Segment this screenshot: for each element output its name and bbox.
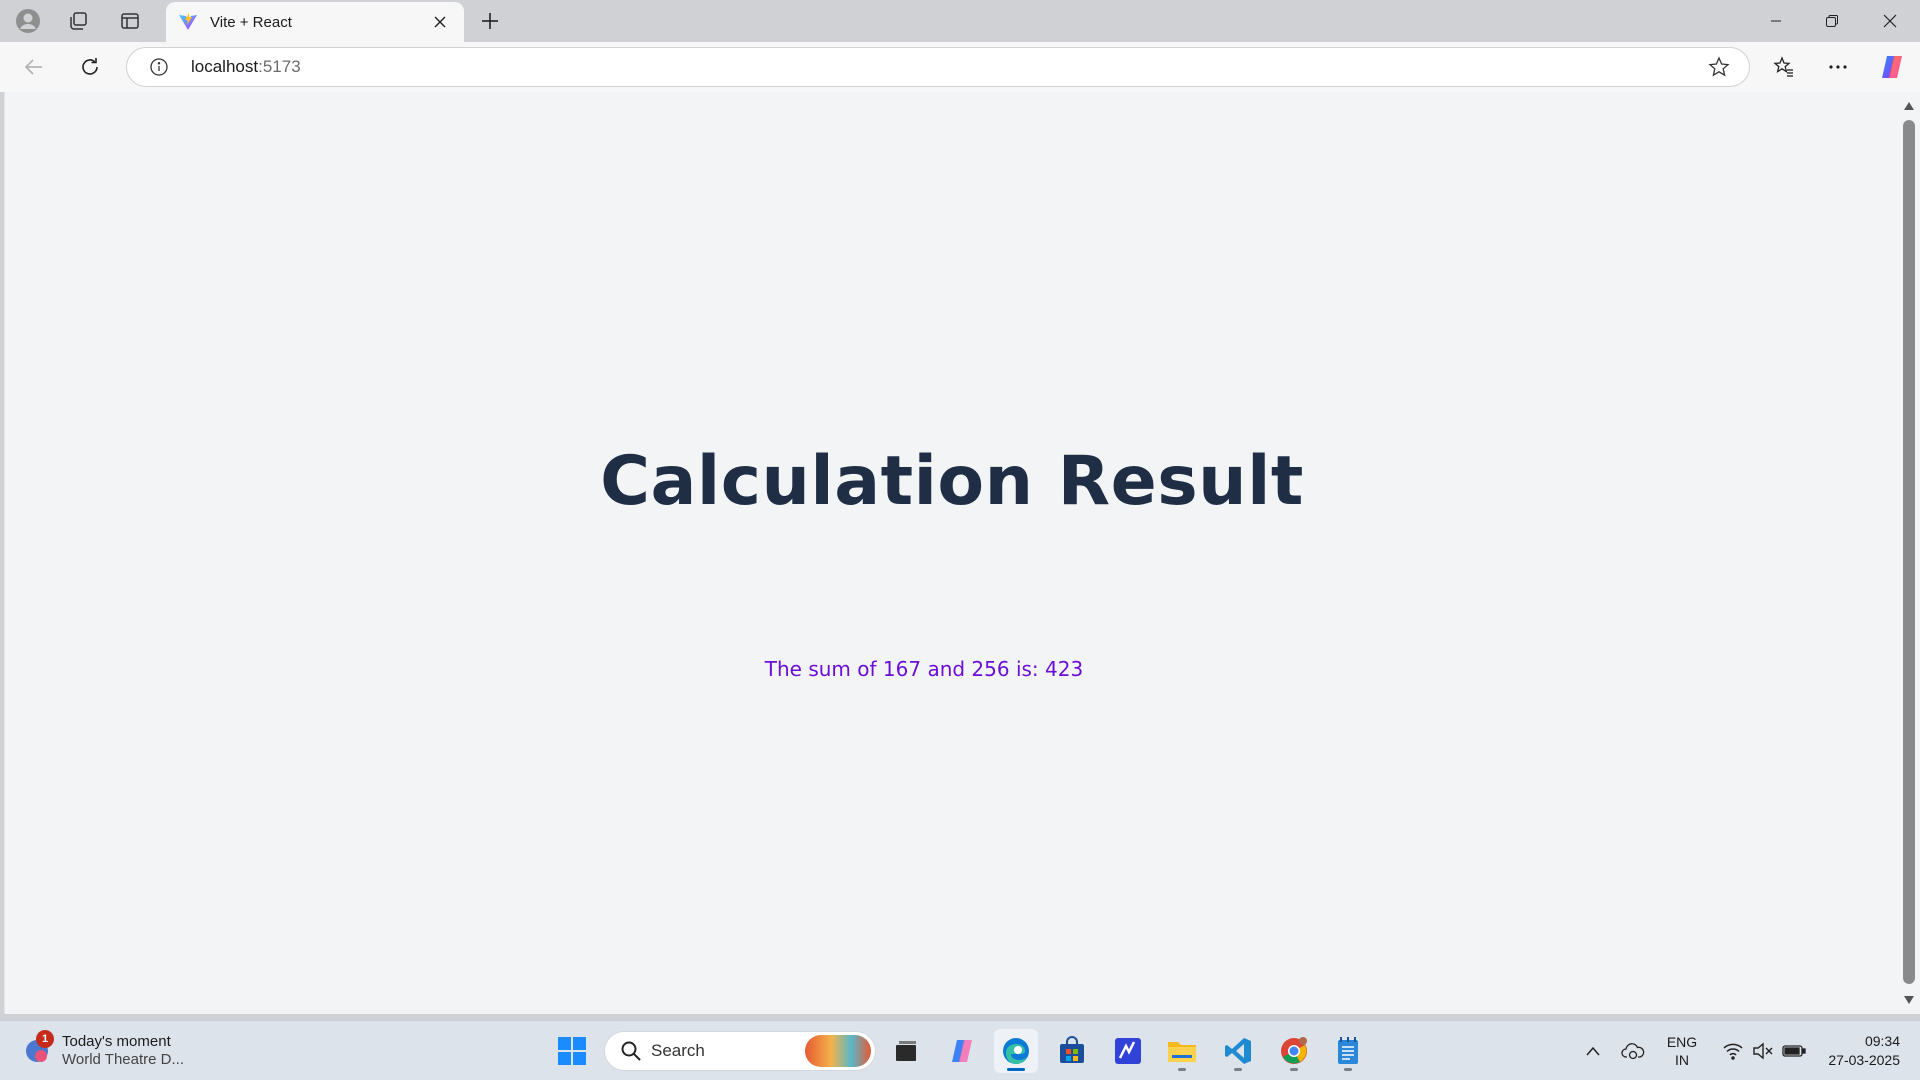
folder-icon <box>1168 1042 1196 1062</box>
widgets-icon: 1 <box>22 1030 54 1066</box>
widgets-button[interactable]: 1 Today's moment World Theatre D... <box>22 1029 184 1073</box>
tab-actions-icon <box>121 13 139 29</box>
edge-icon <box>1003 1038 1029 1064</box>
profile-button[interactable] <box>6 4 50 38</box>
store-icon <box>1060 1036 1084 1063</box>
favorites-button[interactable] <box>1766 49 1802 85</box>
taskbar-app-vscode[interactable] <box>1216 1029 1260 1073</box>
windows-logo-icon <box>558 1037 586 1065</box>
star-icon <box>1708 56 1730 77</box>
workspaces-icon <box>70 12 87 30</box>
page-title: Calculation Result <box>600 442 1304 521</box>
cloud-sync-icon <box>1621 1043 1645 1060</box>
language-indicator[interactable]: ENG IN <box>1658 1031 1706 1071</box>
notification-badge: 1 <box>36 1030 54 1048</box>
calculation-result-text: The sum of 167 and 256 is: 423 <box>764 657 1084 681</box>
new-tab-button[interactable] <box>468 4 512 38</box>
editor-app-icon <box>1115 1038 1141 1064</box>
copilot-icon <box>1882 56 1902 78</box>
favorites-icon <box>1773 56 1793 77</box>
url-text[interactable]: localhost:5173 <box>191 57 1699 77</box>
scrollbar-thumb[interactable] <box>1903 120 1915 984</box>
workspaces-button[interactable] <box>56 4 100 38</box>
address-bar[interactable]: localhost:5173 <box>126 47 1750 87</box>
active-indicator <box>1007 1068 1025 1071</box>
chevron-up-icon <box>1586 1046 1600 1056</box>
back-button[interactable] <box>16 49 52 85</box>
copilot-icon <box>952 1040 972 1062</box>
scroll-up-arrow-icon[interactable] <box>1903 100 1915 112</box>
wifi-icon <box>1723 1043 1743 1060</box>
clock-date: 27-03-2025 <box>1828 1052 1900 1068</box>
taskbar-app-file-explorer[interactable] <box>1160 1029 1204 1073</box>
taskbar-app-edge[interactable] <box>994 1029 1038 1073</box>
page-viewport: Calculation Result The sum of 167 and 25… <box>4 92 1898 1014</box>
taskbar-app-editor[interactable] <box>1106 1029 1150 1073</box>
widget-subtitle: World Theatre D... <box>62 1051 184 1068</box>
close-window-button[interactable] <box>1862 0 1918 42</box>
vite-logo-icon <box>178 12 198 32</box>
network-sync-button[interactable] <box>1618 1031 1648 1071</box>
running-indicator <box>1234 1068 1242 1071</box>
refresh-icon <box>82 58 98 75</box>
clock-time: 09:34 <box>1864 1033 1900 1049</box>
close-icon <box>434 16 446 28</box>
restore-icon <box>1826 15 1838 27</box>
favorite-star-button[interactable] <box>1699 47 1739 87</box>
minimize-button[interactable] <box>1748 0 1804 42</box>
restore-button[interactable] <box>1804 0 1860 42</box>
vertical-tabs-button[interactable] <box>108 4 152 38</box>
vscode-icon <box>1225 1038 1251 1064</box>
url-host: localhost <box>191 57 259 76</box>
close-icon <box>1883 14 1897 28</box>
profile-icon <box>16 9 40 33</box>
volume-muted-icon <box>1753 1042 1773 1060</box>
arrow-left-icon <box>24 59 42 75</box>
plus-icon <box>482 13 498 29</box>
site-info-icon[interactable] <box>139 47 179 87</box>
tab-title: Vite + React <box>210 13 292 31</box>
taskbar-app-copilot[interactable] <box>940 1029 984 1073</box>
refresh-button[interactable] <box>72 49 108 85</box>
taskbar-app-task-view[interactable] <box>884 1029 928 1073</box>
chrome-icon <box>1281 1037 1307 1064</box>
clock-button[interactable]: 09:34 27-03-2025 <box>1816 1031 1900 1071</box>
search-icon <box>611 1031 651 1071</box>
minimize-icon <box>1771 20 1781 22</box>
running-indicator <box>1344 1068 1352 1071</box>
windows-taskbar: 1 Today's moment World Theatre D... Sear… <box>0 1020 1920 1080</box>
taskbar-search[interactable]: Search <box>604 1031 876 1071</box>
widget-title: Today's moment <box>62 1033 171 1050</box>
url-port: :5173 <box>258 57 301 76</box>
battery-icon <box>1782 1045 1806 1057</box>
start-button[interactable] <box>550 1029 594 1073</box>
notepad-icon <box>1338 1037 1358 1064</box>
taskbar-app-notepad[interactable] <box>1326 1029 1370 1073</box>
search-label: Search <box>651 1041 705 1060</box>
search-highlight-art <box>805 1035 871 1067</box>
taskbar-app-store[interactable] <box>1050 1029 1094 1073</box>
browser-tab-strip: Vite + React <box>0 0 1920 42</box>
show-hidden-icons-button[interactable] <box>1580 1031 1606 1071</box>
browser-toolbar: localhost:5173 <box>0 42 1920 92</box>
running-indicator <box>1290 1068 1298 1071</box>
copilot-button[interactable] <box>1874 49 1910 85</box>
browser-tab[interactable]: Vite + React <box>166 2 464 42</box>
taskbar-app-chrome[interactable] <box>1272 1029 1316 1073</box>
scroll-down-arrow-icon[interactable] <box>1903 994 1915 1006</box>
tab-close-button[interactable] <box>428 10 452 34</box>
language-code: ENG <box>1666 1034 1698 1050</box>
language-region: IN <box>1675 1052 1689 1068</box>
vertical-scrollbar[interactable] <box>1898 92 1920 1014</box>
quick-settings-button[interactable] <box>1714 1031 1814 1071</box>
task-view-icon <box>896 1041 916 1061</box>
running-indicator <box>1178 1068 1186 1071</box>
more-icon <box>1829 65 1847 69</box>
more-options-button[interactable] <box>1820 49 1856 85</box>
